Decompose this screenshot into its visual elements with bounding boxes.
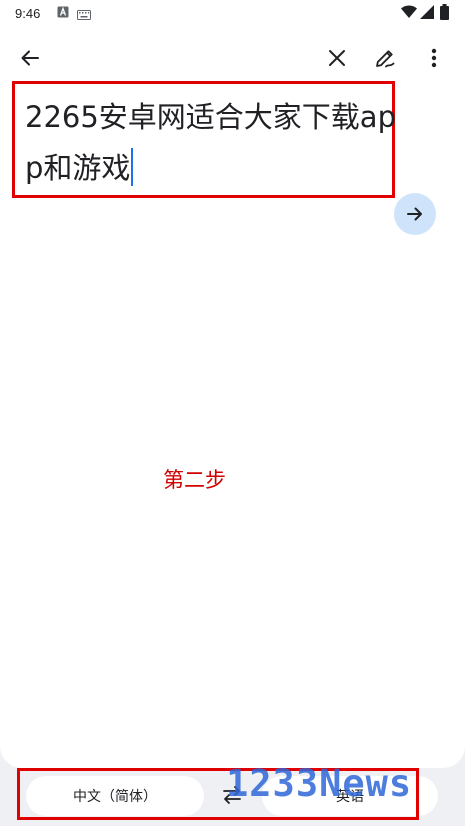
more-vert-icon	[431, 48, 437, 68]
source-text-input[interactable]: 2265安卓网适合大家下载app和游戏	[25, 92, 400, 194]
back-button[interactable]	[15, 43, 45, 73]
status-bar: 9:46	[0, 0, 465, 26]
keyboard-icon	[77, 8, 91, 23]
step-annotation: 第二步	[163, 468, 226, 492]
close-icon	[329, 50, 345, 66]
wifi-icon	[401, 5, 417, 22]
arrow-back-icon	[21, 50, 39, 66]
watermark: 1233News	[226, 762, 413, 805]
arrow-forward-icon	[407, 207, 422, 221]
a-icon	[57, 6, 69, 21]
status-time: 9:46	[15, 6, 41, 21]
handwriting-button[interactable]	[370, 43, 400, 73]
battery-icon	[440, 4, 449, 23]
clear-button[interactable]	[322, 43, 352, 73]
more-options-button[interactable]	[419, 43, 449, 73]
source-text: 2265安卓网适合大家下载app和游戏	[25, 100, 396, 185]
text-caret	[131, 148, 134, 186]
signal-icon	[420, 5, 434, 22]
translate-button[interactable]	[394, 193, 436, 235]
pen-icon	[376, 50, 395, 68]
